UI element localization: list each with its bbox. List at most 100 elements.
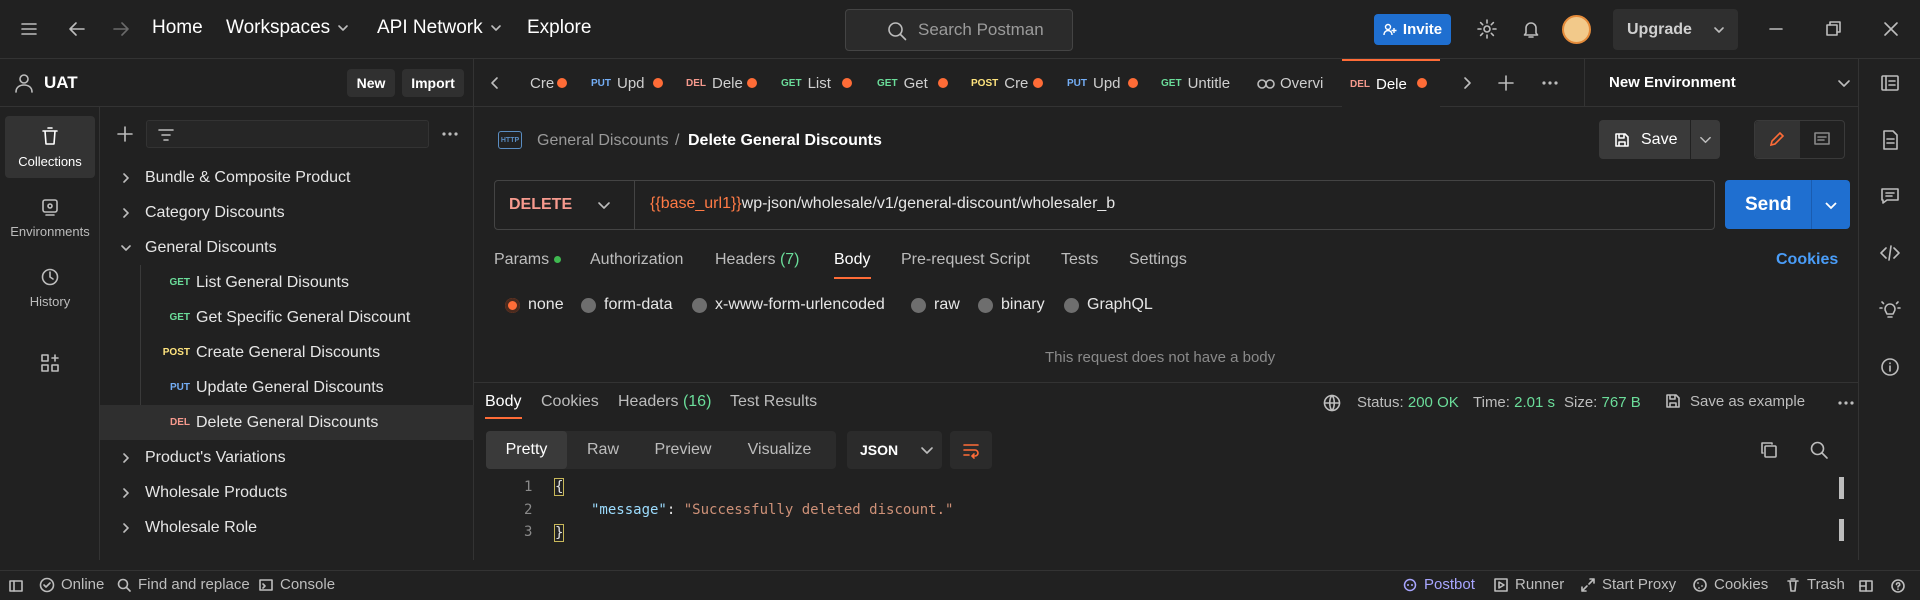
start-proxy-button[interactable]: Start Proxy (1580, 576, 1676, 593)
plus-icon[interactable] (116, 125, 134, 143)
find-and-replace[interactable]: Find and replace (116, 576, 250, 593)
documentation-icon[interactable] (1879, 129, 1901, 151)
help-icon[interactable] (1890, 578, 1906, 594)
copy-icon[interactable] (1759, 440, 1779, 460)
cookies-link[interactable]: Cookies (1776, 251, 1838, 269)
tab-tests[interactable]: Tests (1061, 251, 1098, 269)
scrollbar-marker[interactable] (1839, 477, 1844, 499)
edit-mode-button[interactable] (1755, 121, 1800, 158)
configure-workbench-icon[interactable] (39, 352, 61, 374)
request-get-specific-general-discount[interactable]: GET Get Specific General Discount (100, 300, 474, 335)
radio-x-www-form-urlencoded[interactable]: x-www-form-urlencoded (692, 296, 885, 314)
request-list-general-disounts[interactable]: GET List General Disounts (100, 265, 474, 300)
search-box[interactable]: Search Postman (845, 9, 1073, 51)
tab-body[interactable]: Body (834, 251, 870, 269)
folder-bundle-composite[interactable]: Bundle & Composite Product (100, 160, 474, 195)
new-tab-plus-icon[interactable] (1496, 73, 1516, 93)
send-button[interactable]: Send (1725, 180, 1850, 229)
import-button[interactable]: Import (402, 69, 464, 97)
tab-headers[interactable]: Headers (7) (715, 251, 800, 269)
postbot-button[interactable]: Postbot (1402, 576, 1475, 593)
save-as-example-button[interactable]: Save as example (1664, 392, 1805, 410)
nav-explore[interactable]: Explore (527, 17, 591, 39)
new-button[interactable]: New (347, 69, 395, 97)
format-selector[interactable]: JSON (847, 431, 942, 469)
close-icon[interactable] (1880, 18, 1902, 40)
comment-mode-icon[interactable] (1813, 130, 1831, 148)
radio-raw[interactable]: raw (911, 296, 960, 314)
two-pane-layout-icon[interactable] (1858, 578, 1874, 594)
folder-wholesale-role[interactable]: Wholesale Role (100, 510, 474, 545)
radio-graphql[interactable]: GraphQL (1064, 296, 1153, 314)
url-input[interactable]: {{base_url1}}wp-json/wholesale/v1/genera… (650, 195, 1115, 213)
page-title[interactable]: Delete General Discounts (688, 132, 882, 150)
search-icon[interactable] (1809, 440, 1829, 460)
rail-history[interactable]: History (5, 256, 95, 318)
toggle-sidebar-icon[interactable] (8, 578, 24, 594)
tab-5[interactable]: POST Cre (971, 59, 1033, 107)
wrap-lines-button[interactable] (950, 431, 992, 469)
filter-input[interactable] (146, 120, 429, 148)
rail-collections[interactable]: Collections (5, 116, 95, 178)
runner-button[interactable]: Runner (1493, 576, 1564, 593)
environment-quick-look-icon[interactable] (1879, 72, 1901, 94)
nav-home[interactable]: Home (152, 17, 203, 39)
response-tab-body[interactable]: Body (485, 393, 521, 411)
radio-form-data[interactable]: form-data (581, 296, 672, 314)
code-icon[interactable] (1879, 242, 1901, 264)
folder-category-discounts[interactable]: Category Discounts (100, 195, 474, 230)
tab-2[interactable]: DEL Dele (686, 59, 746, 107)
tab-3[interactable]: GET List (781, 59, 841, 107)
response-tab-cookies[interactable]: Cookies (541, 393, 599, 411)
restore-window-icon[interactable] (1822, 18, 1844, 40)
menu-icon[interactable] (18, 18, 40, 40)
view-preview[interactable]: Preview (639, 431, 727, 469)
info-icon[interactable] (1879, 356, 1901, 378)
folder-general-discounts[interactable]: General Discounts (100, 230, 474, 265)
trash-button[interactable]: Trash (1785, 576, 1845, 593)
chevron-right-icon[interactable] (1460, 76, 1474, 90)
forward-arrow-icon[interactable] (110, 18, 132, 40)
minimize-icon[interactable] (1765, 18, 1787, 40)
response-tab-test-results[interactable]: Test Results (730, 393, 817, 411)
environment-selector[interactable]: New Environment (1584, 59, 1858, 107)
chevron-left-icon[interactable] (488, 76, 502, 90)
method-selector[interactable]: DELETE (495, 181, 635, 229)
breadcrumb-parent[interactable]: General Discounts (537, 132, 669, 150)
rail-environments[interactable]: Environments (5, 186, 95, 248)
tab-4[interactable]: GET Get (877, 59, 937, 107)
request-update-general-discounts[interactable]: PUT Update General Discounts (100, 370, 474, 405)
tab-authorization[interactable]: Authorization (590, 251, 683, 269)
nav-api-network[interactable]: API Network (377, 17, 503, 39)
invite-button[interactable]: Invite (1374, 14, 1451, 45)
view-raw[interactable]: Raw (567, 431, 639, 469)
tab-1[interactable]: PUT Upd (591, 59, 655, 107)
upgrade-button[interactable]: Upgrade (1613, 9, 1738, 50)
online-status[interactable]: Online (39, 576, 104, 593)
view-visualize[interactable]: Visualize (727, 431, 832, 469)
more-options-icon[interactable] (440, 125, 460, 143)
radio-none[interactable]: none (505, 296, 564, 314)
more-options-icon[interactable] (1540, 74, 1560, 92)
folder-product-variations[interactable]: Product's Variations (100, 440, 474, 475)
folder-wholesale-products[interactable]: Wholesale Products (100, 475, 474, 510)
globe-network-icon[interactable] (1322, 393, 1342, 413)
response-tab-headers[interactable]: Headers (16) (618, 393, 711, 411)
scrollbar-marker[interactable] (1839, 519, 1844, 541)
view-pretty[interactable]: Pretty (486, 431, 567, 469)
avatar[interactable] (1562, 15, 1591, 44)
comments-icon[interactable] (1879, 185, 1901, 207)
tab-params[interactable]: Params (494, 251, 562, 269)
request-create-general-discounts[interactable]: POST Create General Discounts (100, 335, 474, 370)
tab-7[interactable]: GET Untitle (1161, 59, 1237, 107)
tab-settings[interactable]: Settings (1129, 251, 1187, 269)
request-delete-general-discounts[interactable]: DEL Delete General Discounts (100, 405, 474, 440)
save-options-dropdown[interactable] (1691, 120, 1720, 159)
tab-6[interactable]: PUT Upd (1067, 59, 1127, 107)
tab-8[interactable]: Overvi (1256, 59, 1338, 107)
nav-workspaces[interactable]: Workspaces (226, 17, 350, 39)
settings-gear-icon[interactable] (1476, 18, 1498, 40)
lightbulb-icon[interactable] (1879, 299, 1901, 321)
chevron-down-icon[interactable] (1824, 198, 1838, 212)
tab-pre-request-script[interactable]: Pre-request Script (901, 251, 1030, 269)
